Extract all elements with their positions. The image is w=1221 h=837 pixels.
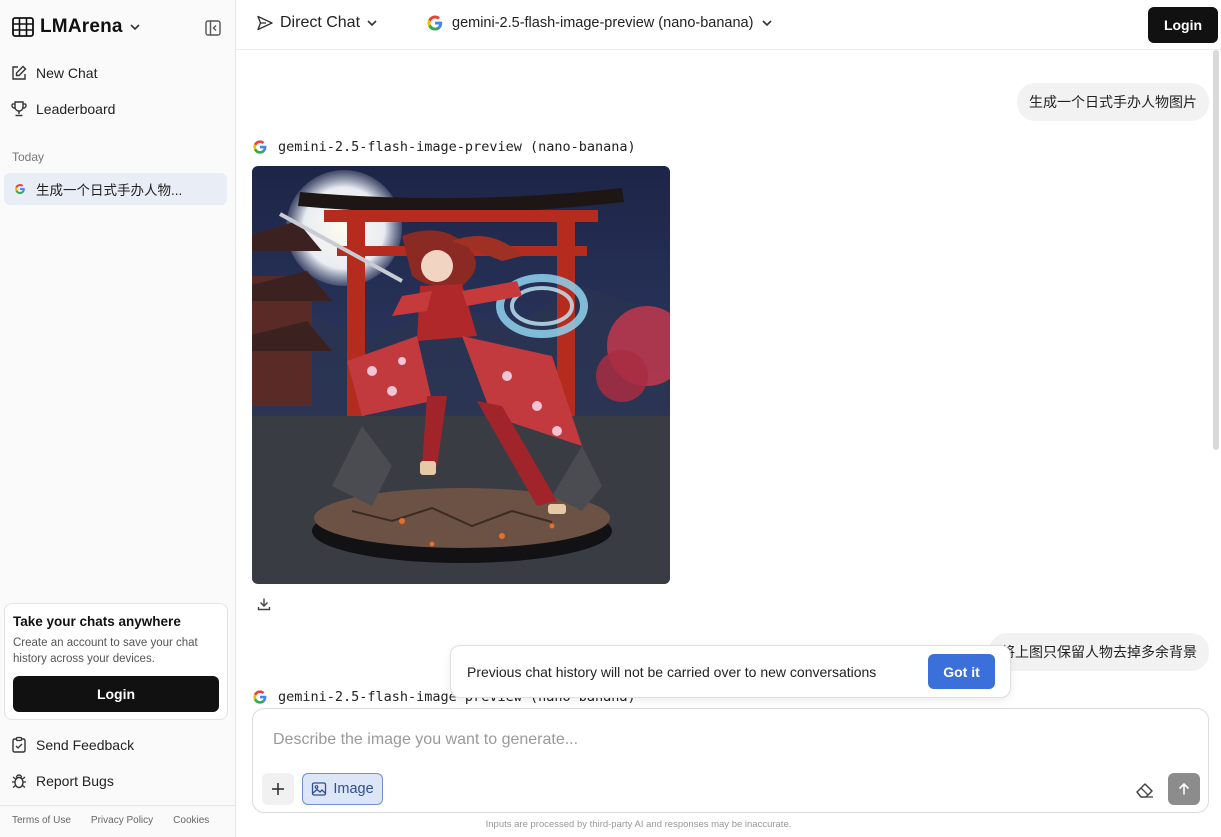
privacy-link[interactable]: Privacy Policy <box>91 815 153 826</box>
mode-label: Direct Chat <box>280 14 361 31</box>
promo-title: Take your chats anywhere <box>13 614 181 629</box>
section-label-today: Today <box>12 150 45 164</box>
disclaimer: Inputs are processed by third-party AI a… <box>485 819 792 830</box>
composer: Image <box>252 708 1209 813</box>
chevron-down-icon <box>762 20 773 27</box>
model-response-header: gemini-2.5-flash-image-preview (nano-ban… <box>252 139 636 155</box>
image-icon <box>312 782 327 796</box>
prompt-input[interactable] <box>273 731 1173 749</box>
send-feedback-link[interactable]: Send Feedback <box>10 733 134 757</box>
model-selector[interactable]: gemini-2.5-flash-image-preview (nano-ban… <box>426 14 773 32</box>
login-promo-card: Take your chats anywhere Create an accou… <box>4 603 228 720</box>
google-icon <box>14 184 25 195</box>
history-notice-toast: Previous chat history will not be carrie… <box>450 645 1011 698</box>
bug-icon <box>12 774 26 789</box>
new-chat-label: New Chat <box>36 65 98 81</box>
chevron-down-icon <box>367 20 377 27</box>
generated-image[interactable] <box>252 166 670 584</box>
promo-login-button[interactable]: Login <box>13 676 219 712</box>
eraser-icon[interactable] <box>1133 777 1157 801</box>
model-label: gemini-2.5-flash-image-preview (nano-ban… <box>452 15 754 31</box>
plus-icon <box>272 783 284 795</box>
leaderboard-label: Leaderboard <box>36 101 116 117</box>
google-icon <box>253 690 267 704</box>
feedback-icon <box>12 736 26 753</box>
user-message: 将上图只保留人物去掉多余背景 <box>989 633 1209 671</box>
report-bugs-link[interactable]: Report Bugs <box>10 769 114 793</box>
got-it-button[interactable]: Got it <box>928 654 995 689</box>
send-plane-icon <box>257 15 273 31</box>
trophy-icon <box>11 101 27 117</box>
header-login-button[interactable]: Login <box>1148 7 1218 43</box>
sidebar-divider <box>0 805 236 806</box>
chat-scrollbar[interactable] <box>1213 50 1219 450</box>
google-icon <box>253 140 267 154</box>
brand-menu[interactable]: LMArena <box>12 16 141 38</box>
new-chat-link[interactable]: New Chat <box>10 61 97 85</box>
edit-icon <box>12 65 27 80</box>
user-message: 生成一个日式手办人物图片 <box>1017 83 1209 121</box>
leaderboard-link[interactable]: Leaderboard <box>10 97 115 121</box>
history-item-label: 生成一个日式手办人物... <box>36 183 183 198</box>
terms-link[interactable]: Terms of Use <box>12 815 71 826</box>
image-mode-label: Image <box>333 781 374 797</box>
send-feedback-label: Send Feedback <box>36 737 135 753</box>
history-item[interactable]: 生成一个日式手办人物... <box>4 173 227 205</box>
image-mode-button[interactable]: Image <box>302 773 383 805</box>
sidebar: LMArena New Chat Leaderboard Today 生成一个日… <box>0 0 236 837</box>
google-icon <box>427 15 443 31</box>
download-icon[interactable] <box>257 597 271 611</box>
arrow-up-icon <box>1178 782 1190 795</box>
mode-selector[interactable]: Direct Chat <box>256 14 378 32</box>
chevron-down-icon <box>130 24 140 31</box>
report-bugs-label: Report Bugs <box>36 773 114 789</box>
toast-text: Previous chat history will not be carrie… <box>467 663 877 680</box>
grid-logo-icon <box>12 17 34 37</box>
brand-name: LMArena <box>40 16 123 37</box>
footer-links: Terms of Use Privacy Policy Cookies <box>12 815 209 826</box>
promo-text: Create an account to save your chat hist… <box>13 637 198 665</box>
collapse-sidebar-icon[interactable] <box>204 19 222 37</box>
attach-button[interactable] <box>262 773 294 805</box>
top-header: Direct Chat gemini-2.5-flash-image-previ… <box>236 0 1221 50</box>
cookies-link[interactable]: Cookies <box>173 815 209 826</box>
send-button[interactable] <box>1168 773 1200 805</box>
model-name: gemini-2.5-flash-image-preview (nano-ban… <box>278 139 636 155</box>
